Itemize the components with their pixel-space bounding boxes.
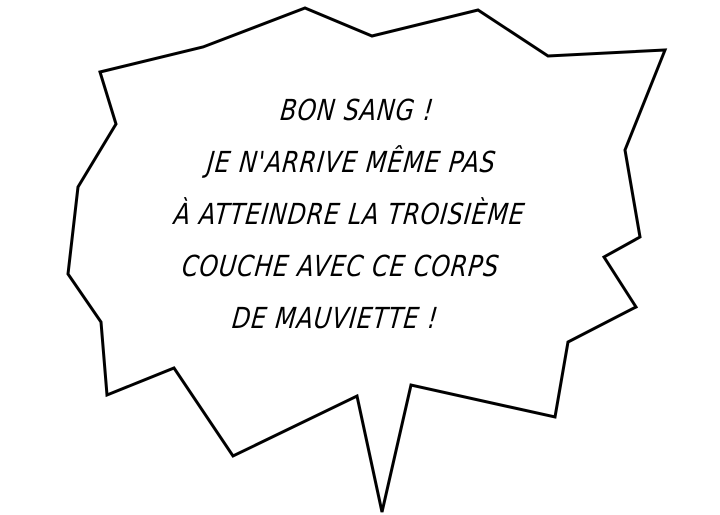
speech-line-2: JE N'ARRIVE MÊME PAS xyxy=(205,145,498,179)
comic-panel: BON SANG ! JE N'ARRIVE MÊME PAS À ATTEIN… xyxy=(0,0,720,515)
speech-bubble-text: BON SANG ! JE N'ARRIVE MÊME PAS À ATTEIN… xyxy=(160,84,532,344)
speech-line-5: DE MAUVIETTE ! xyxy=(230,301,441,335)
speech-line-1: BON SANG ! xyxy=(278,93,436,127)
speech-line-3: À ATTEINDRE LA TROISIÈME xyxy=(172,197,527,231)
speech-line-4: COUCHE AVEC CE CORPS xyxy=(180,249,502,283)
